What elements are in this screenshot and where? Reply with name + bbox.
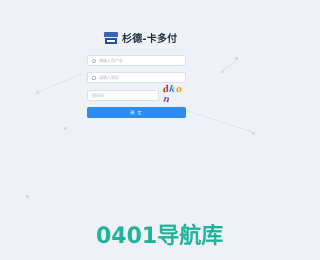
submit-button[interactable]: 确 定 (87, 107, 186, 118)
lock-icon (92, 75, 96, 80)
captcha-field[interactable] (87, 90, 159, 101)
network-dot (64, 127, 67, 130)
username-input[interactable] (99, 56, 179, 65)
captcha-char: n (162, 94, 171, 106)
network-line (221, 58, 240, 72)
card-logo-icon (104, 31, 118, 44)
username-field[interactable] (87, 55, 186, 66)
network-dot (252, 132, 255, 135)
network-line (185, 110, 253, 133)
captcha-input[interactable] (92, 91, 156, 100)
brand-header: 杉德-卡多付 (104, 30, 177, 45)
watermark-text: 0401导航库 (96, 224, 224, 249)
captcha-image[interactable]: dkon (162, 84, 187, 105)
password-input[interactable] (99, 73, 179, 82)
network-dot (26, 195, 29, 198)
brand-title: 杉德-卡多付 (122, 34, 178, 45)
password-field[interactable] (87, 72, 186, 83)
captcha-char: o (175, 84, 183, 96)
network-line (36, 73, 83, 93)
user-icon (92, 58, 96, 63)
captcha-text: dkon (162, 84, 187, 106)
